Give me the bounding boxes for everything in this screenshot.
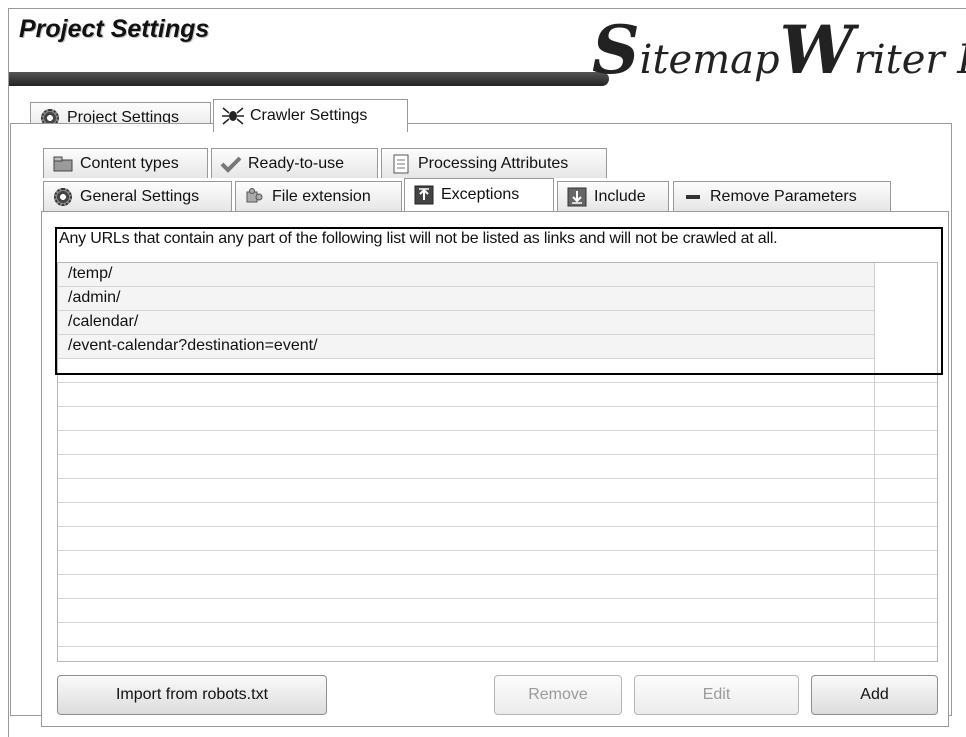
empty-row [58,431,937,455]
tab-file-extension[interactable]: File extension [235,181,402,211]
app-logo: SitemapWriter Pro [592,11,966,87]
header: Project Settings SitemapWriter Pro [9,9,966,87]
page-title: Project Settings [19,15,210,43]
tab-exceptions[interactable]: Exceptions [404,178,554,211]
gear-icon [52,187,74,207]
empty-row [58,455,937,479]
exceptions-description: Any URLs that contain any part of the fo… [59,230,778,247]
tab-crawler-settings[interactable]: Crawler Settings [213,99,408,132]
list-item[interactable]: /temp/ [58,263,874,287]
empty-row [58,575,937,599]
minus-icon [682,187,704,207]
tab-content-types[interactable]: Content types [43,148,208,178]
remove-button[interactable]: Remove [494,675,622,715]
document-icon [390,154,412,174]
empty-row [58,551,937,575]
header-bar [9,72,609,86]
checkmark-icon [220,154,242,174]
column-divider [874,263,875,661]
empty-row [58,527,937,551]
empty-row [58,407,937,431]
tab-ready-to-use[interactable]: Ready-to-use [211,148,378,178]
empty-row [58,623,937,647]
puzzle-icon [244,187,266,207]
empty-row [58,503,937,527]
empty-row [58,479,937,503]
empty-row [58,599,937,623]
exceptions-list[interactable]: /temp/ /admin/ /calendar/ /event-calenda… [57,262,938,662]
tab-general-settings[interactable]: General Settings [43,181,232,211]
download-icon [566,187,588,207]
tab-processing-attributes[interactable]: Processing Attributes [381,148,607,178]
list-item[interactable]: /calendar/ [58,311,874,335]
spider-icon [222,106,244,126]
list-item[interactable]: /event-calendar?destination=event/ [58,335,874,359]
empty-row [58,383,937,407]
edit-button[interactable]: Edit [634,675,799,715]
add-button[interactable]: Add [811,675,938,715]
folder-icon [52,154,74,174]
import-robots-button[interactable]: Import from robots.txt [57,675,327,715]
tab-remove-parameters[interactable]: Remove Parameters [673,181,891,211]
empty-row [58,359,937,383]
upload-icon [413,185,435,205]
tab-include[interactable]: Include [557,181,669,211]
list-item[interactable]: /admin/ [58,287,874,311]
